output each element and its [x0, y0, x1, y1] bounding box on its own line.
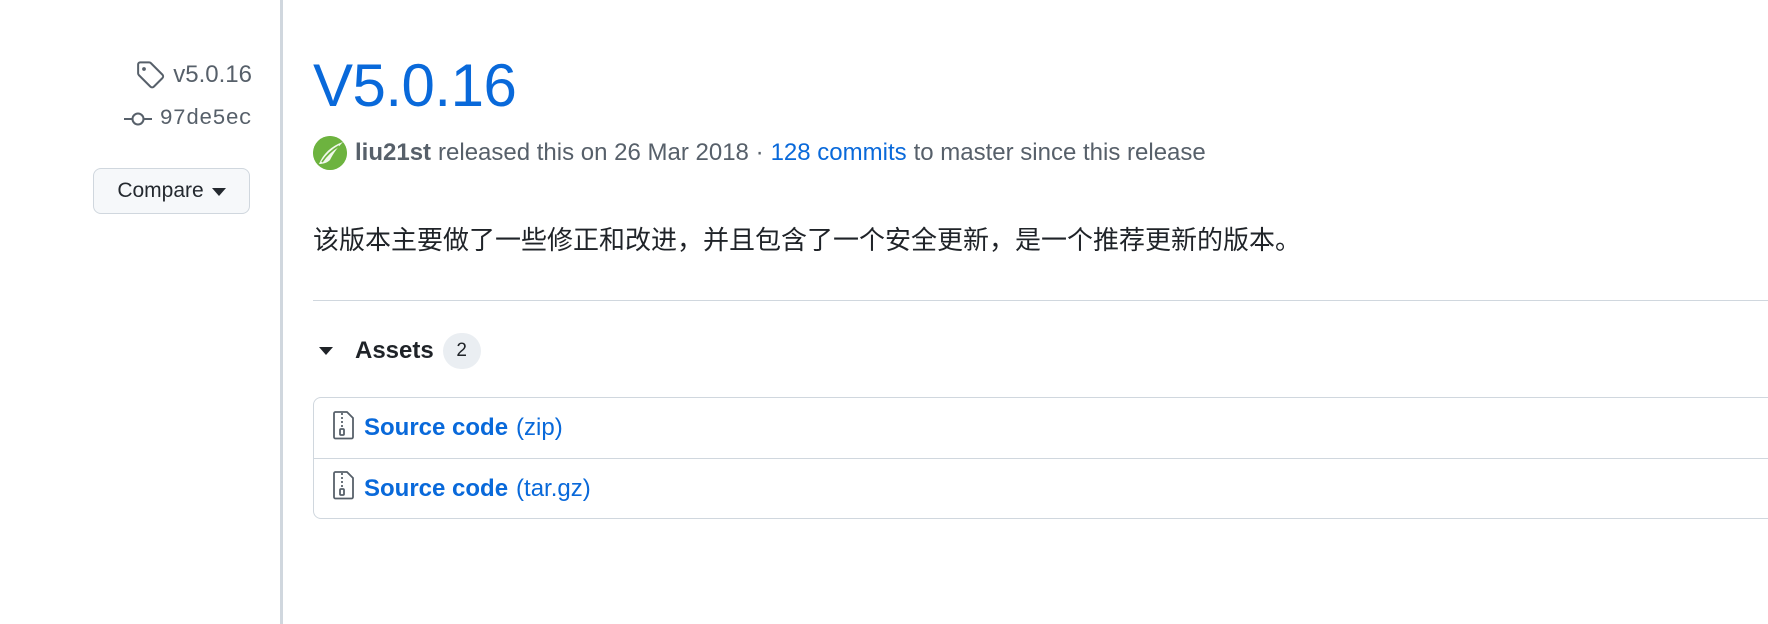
asset-row-targz[interactable]: Source code (tar.gz): [314, 458, 1768, 518]
asset-name: Source code: [364, 474, 509, 502]
assets-heading: Assets: [355, 337, 434, 364]
release-meta-sidebar: v5.0.16 97de5ec Compare: [0, 0, 282, 624]
timeline-divider: [280, 0, 283, 624]
commits-suffix: to master since this release: [913, 139, 1206, 166]
release-notes: 该版本主要做了一些修正和改进，并且包含了一个安全更新，是一个推荐更新的版本。: [313, 225, 1302, 255]
release-page: v5.0.16 97de5ec Compare V5.0.16 liu21st …: [0, 0, 1768, 624]
commits-link[interactable]: 128 commits: [771, 139, 907, 167]
author-link[interactable]: liu21st: [355, 139, 431, 167]
asset-ext: (tar.gz): [516, 474, 591, 502]
tag-icon: [135, 60, 165, 90]
tag-label: v5.0.16: [173, 61, 252, 88]
asset-name: Source code: [364, 414, 509, 441]
compare-label: Compare: [117, 179, 204, 202]
assets-toggle[interactable]: Assets 2: [313, 332, 481, 370]
file-zip-icon: [330, 410, 364, 447]
assets-count-badge: 2: [442, 333, 481, 369]
compare-button[interactable]: Compare: [93, 168, 250, 214]
triangle-down-icon: [319, 347, 333, 355]
release-title[interactable]: V5.0.16: [313, 50, 517, 122]
assets-list: Source code (zip) Source code (tar.gz): [313, 397, 1768, 519]
section-divider: [313, 300, 1768, 301]
asset-row-zip[interactable]: Source code (zip): [314, 398, 1768, 458]
chevron-down-icon: [211, 188, 226, 196]
asset-ext: (zip): [516, 414, 563, 441]
commit-link[interactable]: 97de5ec: [123, 106, 252, 131]
commit-sha: 97de5ec: [159, 106, 252, 131]
git-commit-icon: [123, 109, 152, 129]
avatar[interactable]: [313, 136, 347, 170]
release-byline: liu21st released this on 26 Mar 2018 · 1…: [313, 136, 1206, 170]
released-text: released this on 26 Mar 2018 ·: [438, 139, 764, 166]
tag-link[interactable]: v5.0.16: [135, 60, 252, 90]
file-zip-icon: [330, 470, 364, 507]
